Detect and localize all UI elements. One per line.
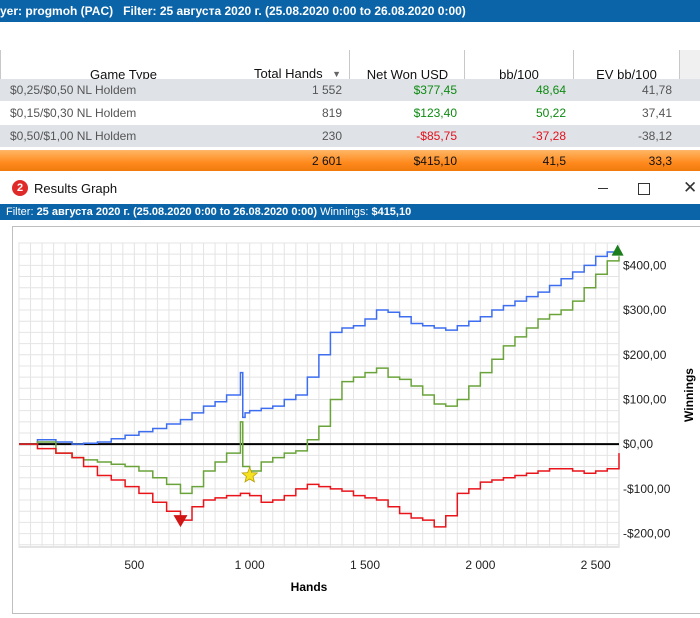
- hands-cell: 819: [321, 106, 342, 120]
- y-tick-label: -$100,00: [623, 482, 671, 496]
- totals-row: 2 601 $415,10 41,5 33,3: [0, 150, 700, 171]
- net-won-cell: $123,40: [413, 106, 457, 120]
- game-type-cell: $0,15/$0,30 NL Holdem: [10, 106, 137, 120]
- y-axis-label: Winnings: [682, 368, 696, 422]
- y-tick-label: $200,00: [623, 348, 667, 362]
- hands-cell: 1 552: [311, 83, 342, 97]
- stats-table: Game Type Total Hands ▼ Net Won USD bb/1…: [0, 22, 700, 170]
- y-tick-label: $100,00: [623, 392, 667, 406]
- table-row[interactable]: $0,25/$0,50 NL Holdem 1 552 $377,45 48,6…: [0, 79, 700, 101]
- graph-winnings-label: Winnings:: [320, 206, 369, 218]
- hands-cell: 230: [321, 129, 342, 143]
- ev-bb100-cell: 37,41: [641, 106, 672, 120]
- y-tick-label: $0,00: [623, 437, 653, 451]
- top-filter-bar: yer: progmoh (PAC) Filter: 25 августа 20…: [0, 0, 700, 22]
- maximize-icon[interactable]: [638, 183, 650, 195]
- results-line-chart: $400,00 $300,00 $200,00 $100,00 $0,00 -$100,0…: [18, 242, 696, 594]
- table-row[interactable]: $0,15/$0,30 NL Holdem 819 $123,40 50,22 …: [0, 102, 700, 124]
- results-graph-panel: $400,00 $300,00 $200,00 $100,00 $0,00 -$100,0…: [12, 226, 700, 614]
- total-net-won: $415,10: [413, 154, 457, 168]
- total-bb100: 41,5: [542, 154, 566, 168]
- chart-grid: [18, 242, 620, 548]
- x-tick-label: 1 000: [235, 558, 265, 572]
- net-won-cell: $377,45: [413, 83, 457, 97]
- player-name: progmoh (PAC): [25, 4, 114, 18]
- total-hands: 2 601: [311, 154, 342, 168]
- y-tick-label: $400,00: [623, 258, 667, 272]
- graph-filter-value: 25 августа 2020 г. (25.08.2020 0:00 to 2…: [36, 206, 318, 218]
- ev-bb100-cell: -38,12: [637, 129, 672, 143]
- x-tick-label: 2 500: [581, 558, 611, 572]
- graph-winnings-value: $415,10: [371, 206, 412, 218]
- x-tick-label: 2 000: [465, 558, 495, 572]
- window-title: Results Graph: [34, 181, 118, 196]
- x-tick-label: 1 500: [350, 558, 380, 572]
- graph-filter-label: Filter:: [6, 206, 34, 218]
- y-tick-label: -$200,00: [623, 527, 671, 541]
- y-tick-labels: $400,00 $300,00 $200,00 $100,00 $0,00 -$100,0…: [623, 258, 671, 540]
- window-badge: 2: [12, 180, 28, 196]
- y-tick-label: $300,00: [623, 303, 667, 317]
- ev-bb100-cell: 41,78: [641, 83, 672, 97]
- graph-filter-bar: Filter: 25 августа 2020 г. (25.08.2020 0…: [0, 204, 700, 220]
- game-type-cell: $0,25/$0,50 NL Holdem: [10, 83, 137, 97]
- bb100-cell: 50,22: [535, 106, 566, 120]
- total-ev-bb100: 33,3: [648, 154, 672, 168]
- x-tick-labels: 500 1 000 1 500 2 000 2 500: [124, 558, 611, 572]
- bb100-cell: -37,28: [531, 129, 566, 143]
- bb100-cell: 48,64: [535, 83, 566, 97]
- x-tick-label: 500: [124, 558, 144, 572]
- minimize-icon: [598, 188, 608, 189]
- filter-label: Filter:: [123, 4, 157, 18]
- x-axis-label: Hands: [291, 580, 328, 594]
- game-type-cell: $0,50/$1,00 NL Holdem: [10, 129, 137, 143]
- filter-value: 25 августа 2020 г. (25.08.2020 0:00 to 2…: [159, 4, 466, 18]
- minimize-button[interactable]: [596, 176, 610, 203]
- net-won-cell: -$85,75: [416, 129, 457, 143]
- close-icon[interactable]: ✕: [683, 178, 697, 198]
- player-label: yer:: [0, 4, 23, 18]
- table-row[interactable]: $0,50/$1,00 NL Holdem 230 -$85,75 -37,28…: [0, 125, 700, 147]
- sort-down-icon: ▼: [332, 68, 341, 79]
- graph-window-titlebar[interactable]: 2 Results Graph ✕: [0, 176, 700, 203]
